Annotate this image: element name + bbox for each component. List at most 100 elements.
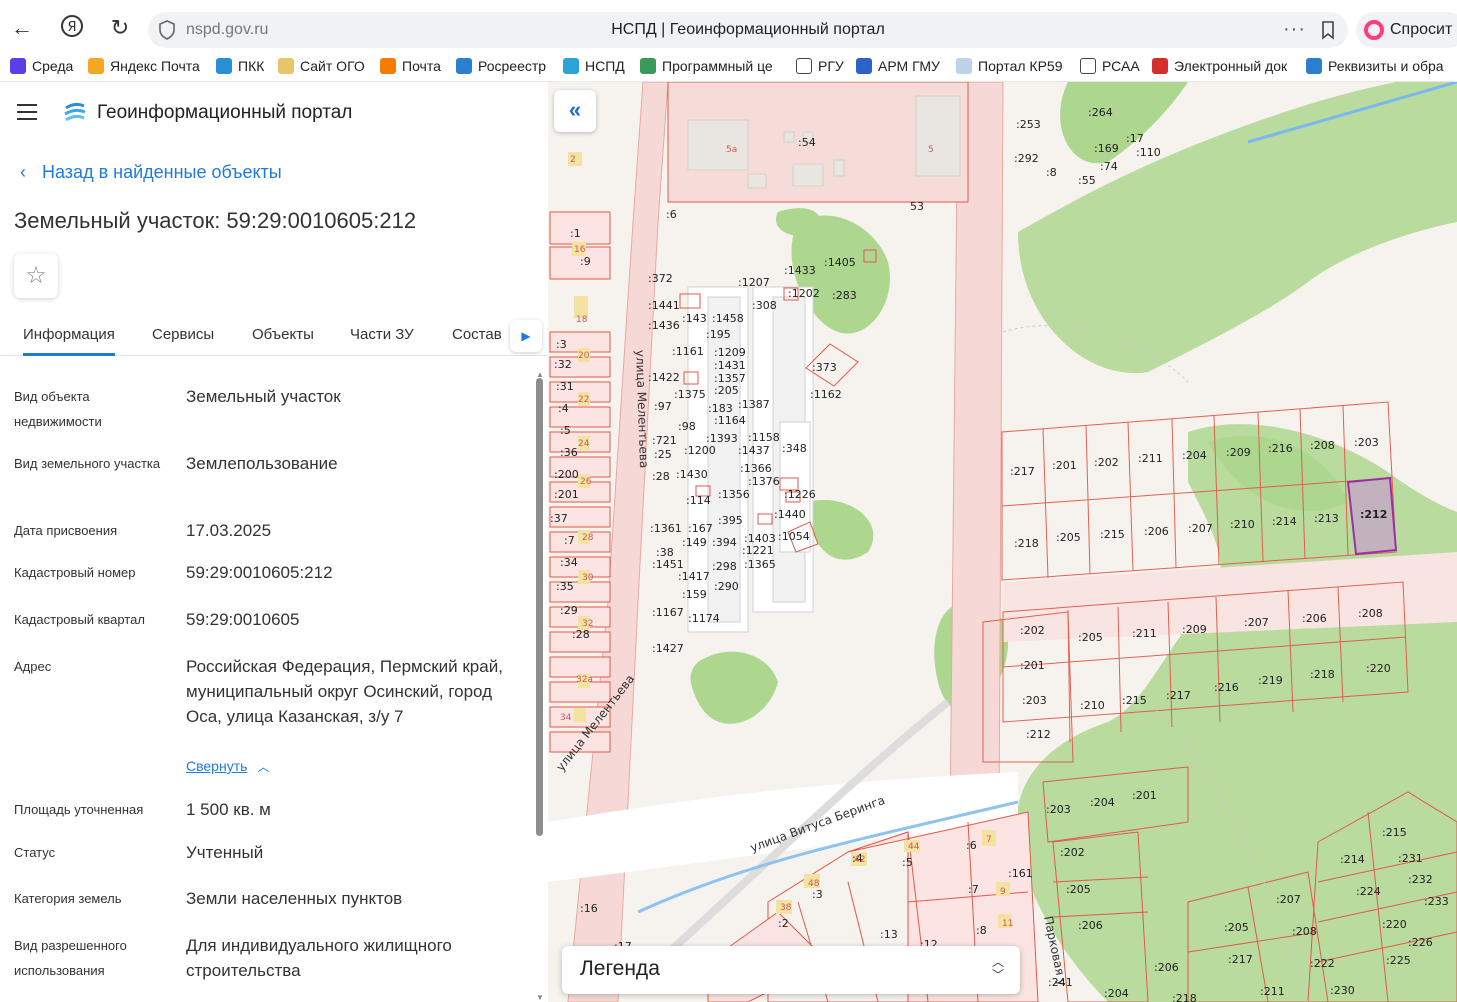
portal-logo-icon <box>64 102 86 122</box>
svg-text:30: 30 <box>582 573 594 583</box>
svg-text::37: :37 <box>550 512 568 525</box>
svg-text::206: :206 <box>1154 961 1179 974</box>
collapse-panel-icon[interactable]: « <box>554 90 596 132</box>
svg-text::211: :211 <box>1138 452 1163 465</box>
svg-text:2: 2 <box>570 155 576 165</box>
map-view[interactable]: улица Мелентьева улица Мелентьева улица … <box>548 82 1457 1002</box>
tab-composition[interactable]: Состав <box>452 326 502 343</box>
bookmark-item[interactable]: РСАА <box>1080 58 1140 74</box>
legend-panel[interactable]: Легенда ︿ ﹀ <box>562 946 1020 994</box>
bookmark-item[interactable]: Почта <box>380 58 441 74</box>
svg-text::1207: :1207 <box>738 276 770 289</box>
menu-icon[interactable] <box>17 104 37 120</box>
bookmark-icon <box>1152 58 1168 74</box>
svg-text::114: :114 <box>686 494 711 507</box>
collapse-link[interactable]: Свернуть ︿ <box>186 758 269 775</box>
bookmark-item[interactable]: Среда <box>10 58 73 74</box>
svg-text::206: :206 <box>1078 919 1103 932</box>
ask-button[interactable]: Спросит <box>1356 12 1457 48</box>
svg-text::373: :373 <box>812 361 837 374</box>
bookmark-item[interactable]: Портал КР59 <box>956 58 1063 74</box>
bookmark-item[interactable]: Программный це <box>640 58 773 74</box>
bookmark-item[interactable]: Реквизиты и обра <box>1306 58 1444 74</box>
tab-services[interactable]: Сервисы <box>152 326 214 343</box>
svg-text:26: 26 <box>580 477 592 487</box>
svg-text::264: :264 <box>1088 106 1113 119</box>
svg-text::348: :348 <box>782 442 807 455</box>
bookmark-item[interactable]: Электронный док <box>1152 58 1287 74</box>
svg-text:5: 5 <box>928 145 934 155</box>
bookmark-item[interactable]: Росреестр <box>456 58 546 74</box>
browser-toolbar: ← Я ↻ nspd.gov.ru НСПД | Геоинформационн… <box>0 0 1457 52</box>
bookmark-icon <box>88 58 104 74</box>
svg-text::212: :212 <box>1026 728 1051 741</box>
svg-text::1437: :1437 <box>738 444 770 457</box>
yandex-icon[interactable]: Я <box>60 14 84 38</box>
svg-text::1431: :1431 <box>714 359 746 372</box>
scrollbar-thumb[interactable] <box>536 378 543 836</box>
bookmark-icon <box>640 58 656 74</box>
favorite-star-icon[interactable]: ☆ <box>14 254 58 298</box>
svg-text::8: :8 <box>1046 166 1057 179</box>
map-canvas[interactable]: улица Мелентьева улица Мелентьева улица … <box>548 82 1457 1002</box>
bookmark-item[interactable]: Сайт ОГО <box>278 58 365 74</box>
bookmark-item[interactable]: Яндекс Почта <box>88 58 200 74</box>
back-arrow-icon[interactable]: ← <box>10 16 34 40</box>
svg-text::1054: :1054 <box>778 530 810 543</box>
svg-text::207: :207 <box>1244 616 1269 629</box>
bookmark-item[interactable]: РГУ <box>796 58 844 74</box>
bookmark-icon <box>1080 58 1096 74</box>
svg-text:Я: Я <box>67 20 76 35</box>
reload-icon[interactable]: ↻ <box>108 16 132 40</box>
more-icon[interactable]: ··· <box>1283 18 1306 41</box>
bookmark-item[interactable]: АРМ ГМУ <box>856 58 940 74</box>
svg-text::35: :35 <box>556 580 574 593</box>
svg-text::222: :222 <box>1310 957 1335 970</box>
svg-text::1221: :1221 <box>742 544 774 557</box>
svg-text::206: :206 <box>1302 612 1327 625</box>
svg-text::3: :3 <box>812 888 823 901</box>
svg-text::201: :201 <box>1132 789 1157 802</box>
svg-text::201: :201 <box>1020 659 1045 672</box>
svg-text:24: 24 <box>578 439 590 449</box>
svg-text::217: :217 <box>1010 465 1035 478</box>
svg-text::241: :241 <box>1048 976 1073 989</box>
panel-scrollbar[interactable]: ▲ ▼ <box>532 370 548 1002</box>
svg-text::29: :29 <box>560 604 578 617</box>
svg-text:22: 22 <box>578 395 589 405</box>
bookmark-icon <box>1306 58 1322 74</box>
svg-text::208: :208 <box>1358 607 1383 620</box>
tab-parts[interactable]: Части ЗУ <box>350 326 414 343</box>
svg-text::1422: :1422 <box>648 371 680 384</box>
svg-text::4: :4 <box>558 402 569 415</box>
expand-collapse-icon[interactable]: ︿ ﹀ <box>992 956 1004 982</box>
tab-objects[interactable]: Объекты <box>252 326 314 343</box>
svg-text::211: :211 <box>1132 627 1157 640</box>
svg-text::1202: :1202 <box>788 287 820 300</box>
tab-bar: Информация Сервисы Объекты Части ЗУ Сост… <box>0 314 548 356</box>
bookmark-icon[interactable] <box>1318 20 1338 40</box>
bookmark-item[interactable]: ПКК <box>216 58 264 74</box>
svg-text::215: :215 <box>1100 528 1125 541</box>
svg-text::5: :5 <box>560 424 571 437</box>
svg-text::1441: :1441 <box>648 299 680 312</box>
bookmark-item[interactable]: НСПД <box>563 58 625 74</box>
svg-text::1436: :1436 <box>648 319 680 332</box>
back-to-results-link[interactable]: ‹ Назад в найденные объекты <box>20 162 282 183</box>
svg-text::204: :204 <box>1104 987 1129 1000</box>
svg-text::16: :16 <box>580 902 598 915</box>
tabs-next-icon[interactable]: ▶ <box>510 320 542 352</box>
svg-text::9: :9 <box>580 255 591 268</box>
svg-text::290: :290 <box>714 580 739 593</box>
svg-text::32: :32 <box>554 358 572 371</box>
address-bar[interactable]: nspd.gov.ru НСПД | Геоинформационный пор… <box>148 12 1348 48</box>
tab-info[interactable]: Информация <box>23 326 115 356</box>
svg-text::202: :202 <box>1060 846 1085 859</box>
svg-text::210: :210 <box>1080 699 1105 712</box>
scroll-down-icon[interactable]: ▼ <box>536 993 544 1002</box>
svg-text::216: :216 <box>1214 681 1239 694</box>
svg-text::217: :217 <box>1228 953 1253 966</box>
svg-text::214: :214 <box>1272 515 1297 528</box>
svg-text::1430: :1430 <box>676 468 708 481</box>
svg-text::207: :207 <box>1276 893 1301 906</box>
